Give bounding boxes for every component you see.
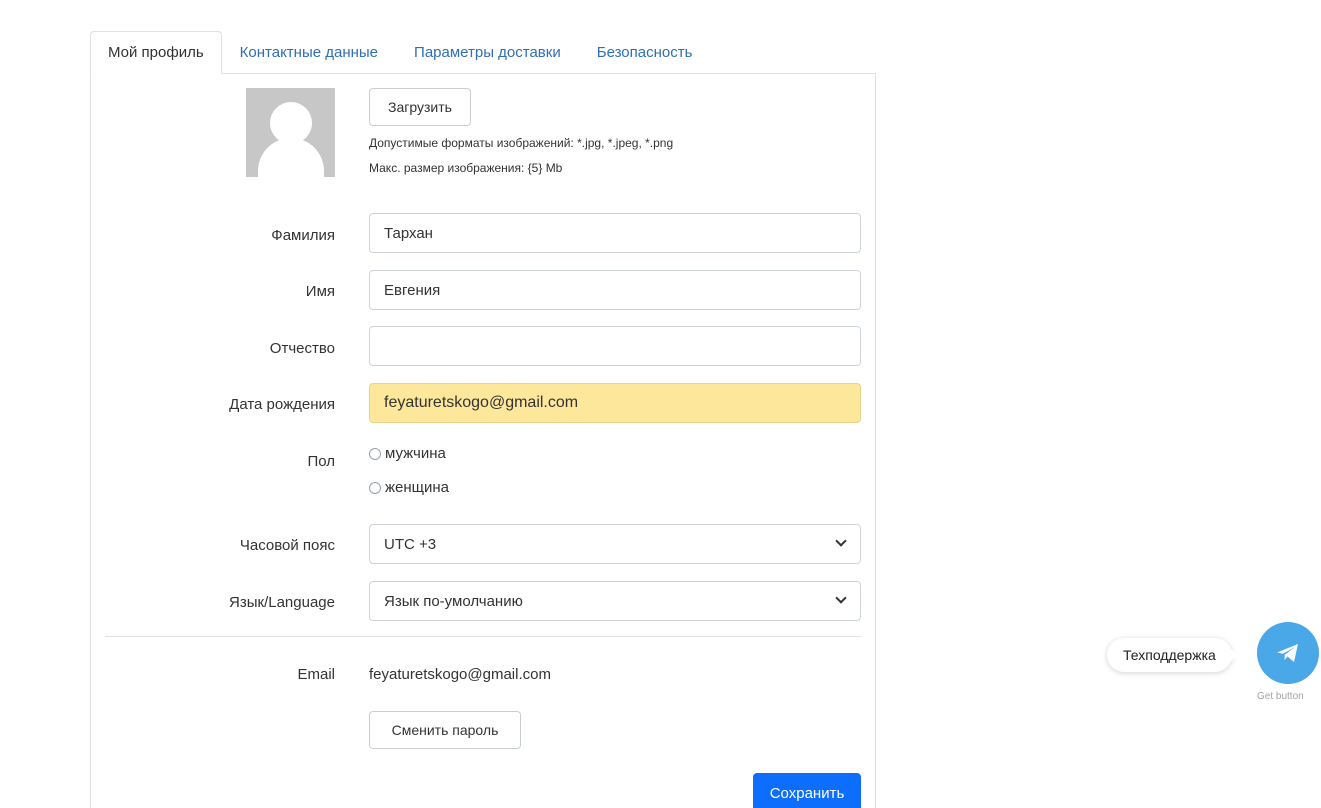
avatar-body-shape (258, 138, 324, 177)
gender-label: Пол (307, 453, 335, 470)
middle-name-label: Отчество (269, 340, 335, 357)
gender-female-label: женщина (385, 479, 450, 496)
formats-hint: Допустимые форматы изображений: *.jpg, *… (369, 136, 674, 150)
birth-date-input[interactable] (369, 383, 861, 423)
gender-male-label: мужчина (385, 445, 446, 462)
tab-security[interactable]: Безопасность (579, 31, 711, 74)
profile-page: Мой профиль Контактные данные Параметры … (0, 0, 1321, 808)
profile-card (90, 73, 876, 808)
get-button-footer[interactable]: Get button (1257, 691, 1304, 702)
email-value: feyaturetskogo@gmail.com (369, 666, 551, 683)
tab-delivery-params[interactable]: Параметры доставки (396, 31, 579, 74)
support-label[interactable]: Техподдержка (1107, 638, 1238, 672)
first-name-input[interactable] (369, 270, 861, 310)
timezone-value: UTC +3 (384, 535, 437, 553)
upload-button[interactable]: Загрузить (369, 88, 471, 126)
tab-contact-data[interactable]: Контактные данные (222, 31, 396, 74)
last-name-label: Фамилия (271, 227, 335, 244)
support-button[interactable] (1257, 622, 1319, 684)
first-name-label: Имя (305, 283, 335, 300)
section-divider (105, 636, 861, 637)
language-value: Язык по-умолчанию (384, 592, 523, 610)
birth-date-label: Дата рождения (229, 396, 335, 413)
chevron-down-icon (836, 594, 846, 604)
timezone-label: Часовой пояс (239, 537, 335, 554)
middle-name-input[interactable] (369, 326, 861, 366)
gender-option-female[interactable]: женщина (369, 479, 449, 496)
chevron-down-icon (836, 537, 846, 547)
change-password-button[interactable]: Сменить пароль (369, 711, 521, 749)
size-hint: Макс. размер изображения: {5} Mb (369, 161, 563, 175)
save-button[interactable]: Сохранить (753, 773, 861, 808)
email-label: Email (297, 666, 335, 683)
language-select[interactable]: Язык по-умолчанию (369, 581, 861, 621)
profile-tabs: Мой профиль Контактные данные Параметры … (90, 31, 710, 74)
radio-female[interactable] (369, 481, 381, 494)
tab-my-profile[interactable]: Мой профиль (90, 31, 222, 74)
timezone-select[interactable]: UTC +3 (369, 524, 861, 564)
avatar-placeholder (246, 88, 335, 177)
telegram-icon (1277, 644, 1298, 662)
language-label: Язык/Language (229, 594, 335, 611)
gender-option-male[interactable]: мужчина (369, 445, 446, 462)
radio-male[interactable] (369, 447, 381, 460)
last-name-input[interactable] (369, 213, 861, 253)
